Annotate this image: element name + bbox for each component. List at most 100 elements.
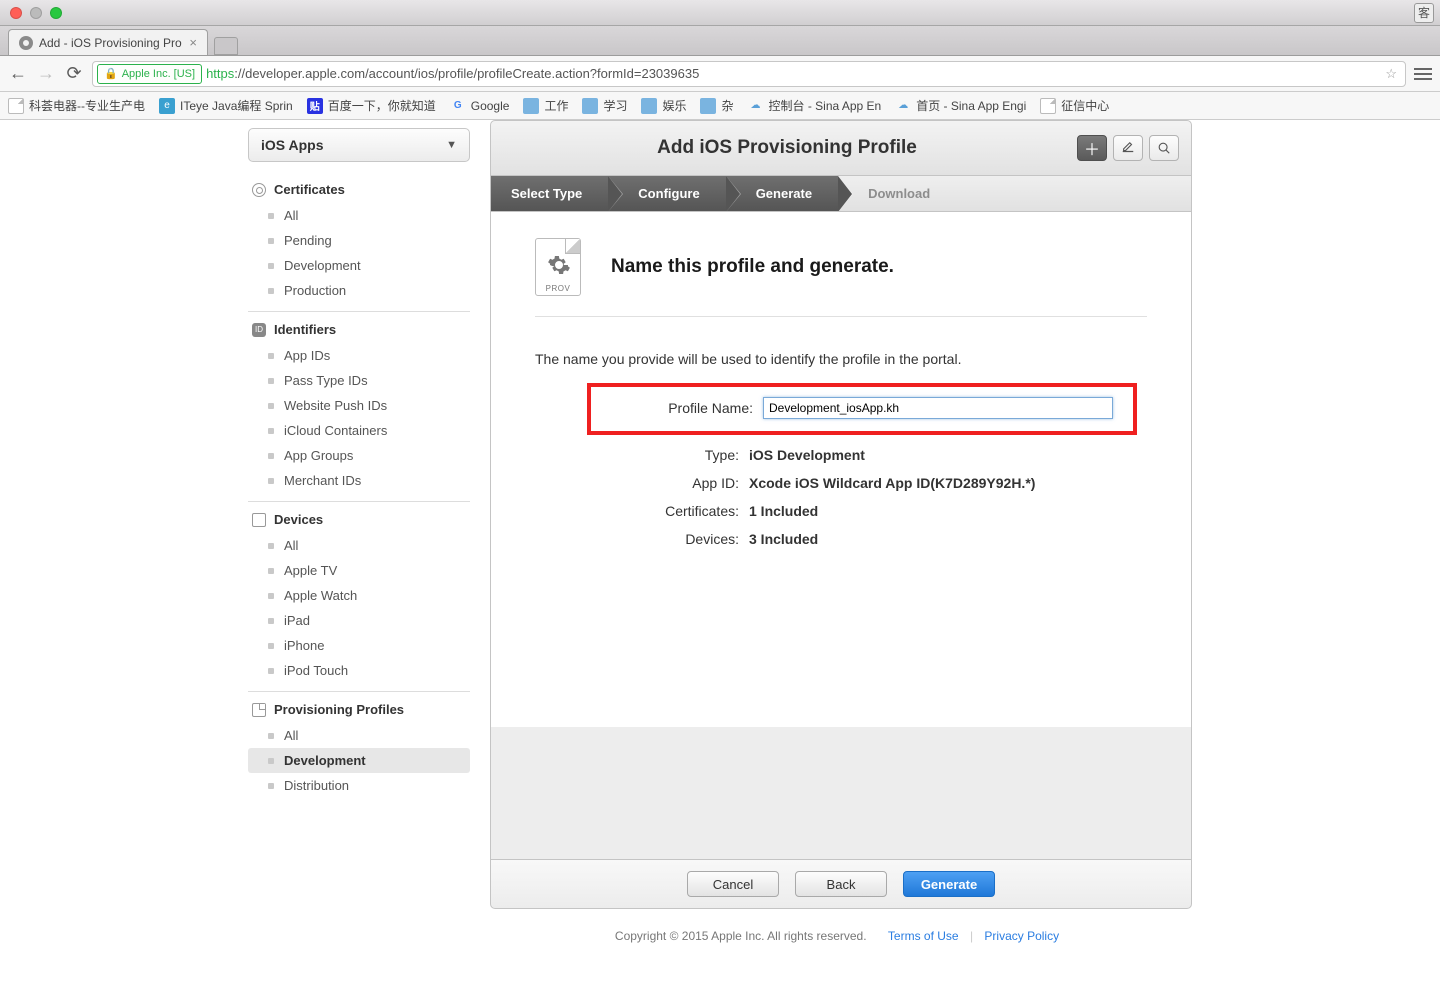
bookmark-item[interactable]: 学习 <box>582 97 627 114</box>
sidebar-item-development[interactable]: Development <box>248 748 470 773</box>
sidebar-item-apple-tv[interactable]: Apple TV <box>248 558 470 583</box>
bookmark-item[interactable]: 科荟电器--专业生产电 <box>8 97 145 114</box>
bookmark-label: Google <box>471 99 510 113</box>
sidebar-item-app-groups[interactable]: App Groups <box>248 443 470 468</box>
panel-header: Add iOS Provisioning Profile ＋ <box>490 120 1192 176</box>
edit-icon <box>1121 141 1135 155</box>
bookmark-item[interactable]: eITeye Java编程 Sprin <box>159 97 293 114</box>
sidebar-item-distribution[interactable]: Distribution <box>248 773 470 798</box>
section-heading: Name this profile and generate. <box>611 256 894 278</box>
window-titlebar: 客 <box>0 0 1440 26</box>
browser-tab-active[interactable]: Add - iOS Provisioning Pro × <box>8 29 208 55</box>
provisioning-profile-icon: PROV <box>535 238 581 296</box>
wizard-step-configure[interactable]: Configure <box>608 176 725 211</box>
type-label: Type: <box>599 447 749 463</box>
hint-text: The name you provide will be used to ide… <box>535 351 1147 367</box>
platform-dropdown[interactable]: iOS Apps ▼ <box>248 128 470 162</box>
profile-name-input[interactable] <box>763 397 1113 419</box>
extension-badge[interactable]: 客 <box>1414 3 1434 23</box>
sidebar-item-ipod-touch[interactable]: iPod Touch <box>248 658 470 683</box>
type-value: iOS Development <box>749 447 865 463</box>
sidebar-item-app-ids[interactable]: App IDs <box>248 343 470 368</box>
sidebar-section-title: Identifiers <box>274 322 336 337</box>
bookmark-item[interactable]: ☁首页 - Sina App Engi <box>895 97 1026 114</box>
sidebar-item-merchant-ids[interactable]: Merchant IDs <box>248 468 470 493</box>
sidebar-item-ipad[interactable]: iPad <box>248 608 470 633</box>
add-button[interactable]: ＋ <box>1077 135 1107 161</box>
terms-link[interactable]: Terms of Use <box>888 929 959 943</box>
bookmark-label: 控制台 - Sina App En <box>769 97 882 114</box>
cancel-button[interactable]: Cancel <box>687 871 779 897</box>
browser-menu-button[interactable] <box>1414 68 1432 80</box>
baidu-icon: 贴 <box>307 98 323 114</box>
bookmark-label: 征信中心 <box>1061 97 1109 114</box>
back-button[interactable]: ← <box>8 63 28 84</box>
zoom-window-button[interactable] <box>50 7 62 19</box>
prov-icon-label: PROV <box>536 284 580 293</box>
bookmark-label: 娱乐 <box>662 97 686 114</box>
bookmark-item[interactable]: 娱乐 <box>641 97 686 114</box>
appid-label: App ID: <box>599 475 749 491</box>
forward-button[interactable]: → <box>36 63 56 84</box>
search-icon <box>1157 141 1171 155</box>
bookmark-label: 首页 - Sina App Engi <box>916 97 1026 114</box>
sidebar-section-title: Certificates <box>274 182 345 197</box>
dev-section-icon <box>252 513 266 527</box>
generate-button[interactable]: Generate <box>903 871 995 897</box>
close-window-button[interactable] <box>10 7 22 19</box>
sidebar-item-all[interactable]: All <box>248 533 470 558</box>
bookmark-label: 杂 <box>721 97 733 114</box>
privacy-link[interactable]: Privacy Policy <box>984 929 1059 943</box>
edit-button[interactable] <box>1113 135 1143 161</box>
folder-icon <box>582 98 598 114</box>
sidebar-item-icloud-containers[interactable]: iCloud Containers <box>248 418 470 443</box>
ssl-identity-badge[interactable]: 🔒 Apple Inc. [US] <box>97 64 202 84</box>
bookmark-label: 工作 <box>544 97 568 114</box>
folder-icon <box>523 98 539 114</box>
new-tab-button[interactable] <box>214 37 238 55</box>
certificates-value: 1 Included <box>749 503 818 519</box>
iteye-icon: e <box>159 98 175 114</box>
close-tab-icon[interactable]: × <box>189 35 197 50</box>
main-panel: Add iOS Provisioning Profile ＋ Select Ty… <box>490 120 1192 983</box>
bookmark-item[interactable]: 工作 <box>523 97 568 114</box>
bookmark-item[interactable]: 征信中心 <box>1040 97 1109 114</box>
sidebar-item-all[interactable]: All <box>248 203 470 228</box>
sidebar-section-header: Devices <box>248 501 470 533</box>
minimize-window-button[interactable] <box>30 7 42 19</box>
devices-label: Devices: <box>599 531 749 547</box>
bookmark-star-icon[interactable]: ☆ <box>1377 66 1405 82</box>
bookmark-item[interactable]: 杂 <box>700 97 733 114</box>
sidebar-item-all[interactable]: All <box>248 723 470 748</box>
chevron-down-icon: ▼ <box>446 139 457 151</box>
certificates-label: Certificates: <box>599 503 749 519</box>
traffic-lights <box>10 7 62 19</box>
sidebar-section-header: Certificates <box>248 172 470 203</box>
cert-section-icon <box>252 183 266 197</box>
sidebar-item-production[interactable]: Production <box>248 278 470 303</box>
sidebar-section-header: ID Identifiers <box>248 311 470 343</box>
wizard-step-generate[interactable]: Generate <box>726 176 838 211</box>
panel-spacer <box>490 727 1192 859</box>
url-field[interactable]: 🔒 Apple Inc. [US] https ://developer.app… <box>92 61 1406 87</box>
sidebar-item-pending[interactable]: Pending <box>248 228 470 253</box>
search-button[interactable] <box>1149 135 1179 161</box>
id-section-icon: ID <box>252 323 266 337</box>
sidebar-item-development[interactable]: Development <box>248 253 470 278</box>
url-scheme: https <box>206 66 234 81</box>
reload-button[interactable]: ⟳ <box>64 63 84 84</box>
sidebar-item-iphone[interactable]: iPhone <box>248 633 470 658</box>
sidebar-item-apple-watch[interactable]: Apple Watch <box>248 583 470 608</box>
bookmark-item[interactable]: G Google <box>450 98 510 114</box>
back-step-button[interactable]: Back <box>795 871 887 897</box>
bookmark-item[interactable]: ☁控制台 - Sina App En <box>748 97 882 114</box>
tab-title: Add - iOS Provisioning Pro <box>39 36 182 50</box>
google-icon: G <box>450 98 466 114</box>
bookmarks-bar: 科荟电器--专业生产电 eITeye Java编程 Sprin 贴百度一下，你就知道… <box>0 92 1440 120</box>
wizard-step-select-type[interactable]: Select Type <box>491 176 608 211</box>
bookmark-item[interactable]: 贴百度一下，你就知道 <box>307 97 436 114</box>
sidebar-item-pass-type-ids[interactable]: Pass Type IDs <box>248 368 470 393</box>
sidebar-section-title: Devices <box>274 512 323 527</box>
sidebar-item-website-push-ids[interactable]: Website Push IDs <box>248 393 470 418</box>
action-bar: Cancel Back Generate <box>490 859 1192 909</box>
